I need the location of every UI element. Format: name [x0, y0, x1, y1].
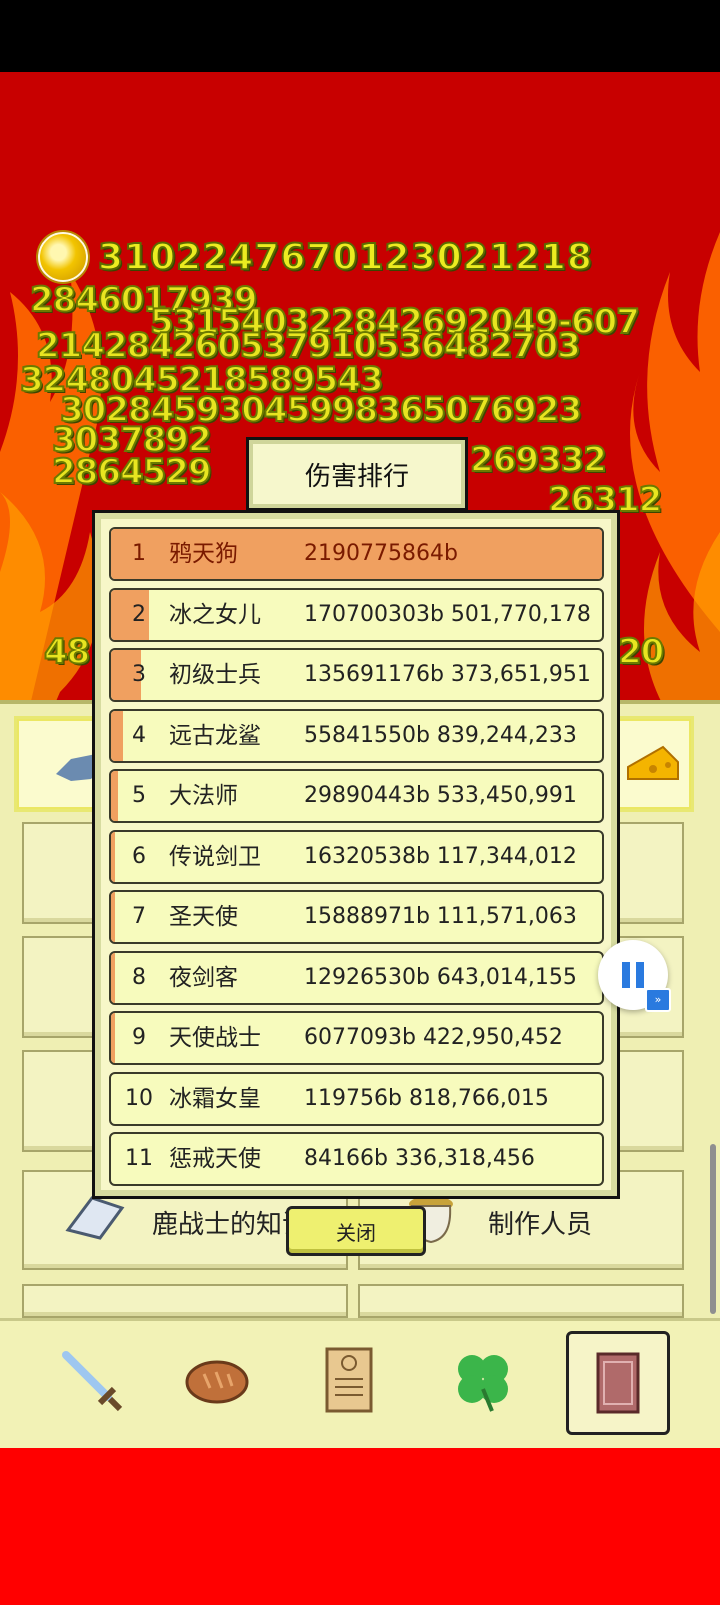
currency-display: 3102247670123021218 [38, 232, 593, 282]
damage-value: 6077093b 422,950,452 [304, 1025, 563, 1050]
currency-value: 3102247670123021218 [97, 236, 593, 279]
ranking-row: 9 天使战士 6077093b 422,950,452 [109, 1011, 604, 1065]
gold-coin-icon [38, 232, 88, 282]
damage-value: 12926530b 643,014,155 [304, 964, 577, 990]
rank-number: 7 [132, 904, 146, 929]
damage-value: 29890443b 533,450,991 [304, 783, 577, 808]
nav-button-clover[interactable] [434, 1331, 532, 1429]
unit-name: 圣天使 [169, 904, 238, 930]
unit-name: 惩戒天使 [169, 1146, 261, 1172]
damage-share-bar [111, 831, 115, 882]
ranking-row: 10 冰霜女皇 119756b 818,766,015 [109, 1071, 604, 1126]
damage-value: 135691176b 373,651,951 [304, 662, 591, 687]
unit-name: 冰之女儿 [169, 601, 261, 628]
rank-number: 4 [132, 722, 146, 748]
damage-share-bar [111, 952, 115, 1003]
damage-share-bar [111, 771, 118, 821]
damage-share-bar [111, 1013, 115, 1063]
book-icon [596, 1352, 640, 1414]
rank-number: 9 [132, 1025, 146, 1050]
unit-name: 传说剑卫 [169, 843, 261, 870]
damage-ranking-dialog: 1 鸦天狗 2190775864b 2 冰之女儿 170700303b 501,770,1… [92, 510, 620, 1199]
cheese-icon [627, 745, 679, 780]
rank-number: 11 [125, 1146, 153, 1171]
bread-icon [185, 1360, 249, 1404]
unit-name: 冰霜女皇 [169, 1085, 261, 1112]
pause-icon [622, 962, 644, 988]
unit-name: 远古龙鲨 [169, 722, 261, 749]
ranking-row: 6 传说剑卫 16320538b 117,344,012 [109, 829, 604, 884]
ranking-row: 5 大法师 29890443b 533,450,991 [109, 769, 604, 823]
damage-number: 269332 [469, 439, 608, 481]
dialog-title: 伤害排行 [246, 437, 468, 511]
scrollbar[interactable] [710, 1144, 716, 1314]
status-bar [0, 0, 720, 72]
ranking-row: 1 鸦天狗 2190775864b [109, 527, 604, 581]
unit-name: 天使战士 [169, 1025, 261, 1051]
unit-name: 鸦天狗 [169, 541, 238, 567]
damage-value: 119756b 818,766,015 [304, 1085, 549, 1111]
bottom-nav [0, 1318, 720, 1451]
sword-icon [62, 1351, 123, 1412]
rank-number: 3 [132, 662, 146, 687]
rank-number: 8 [132, 964, 146, 990]
damage-number: 48 [43, 631, 91, 673]
rank-number: 5 [132, 783, 146, 808]
menu-button[interactable] [358, 1284, 684, 1318]
rank-number: 6 [132, 843, 146, 869]
nav-button-scroll[interactable] [300, 1331, 398, 1429]
unit-name: 夜剑客 [169, 964, 238, 991]
menu-button[interactable] [22, 1284, 348, 1318]
damage-value: 55841550b 839,244,233 [304, 722, 577, 748]
nav-button-bread[interactable] [168, 1331, 266, 1429]
ranking-row: 7 圣天使 15888971b 111,571,063 [109, 890, 604, 944]
damage-value: 170700303b 501,770,178 [304, 601, 591, 627]
unit-name: 大法师 [169, 783, 238, 809]
menu-item-label: 制作人员 [488, 1210, 593, 1240]
footer-background [0, 1448, 720, 1605]
close-button[interactable]: 关闭 [286, 1206, 426, 1256]
nav-button-book[interactable] [566, 1331, 670, 1435]
damage-value: 2190775864b [304, 541, 458, 566]
damage-share-bar [111, 892, 115, 942]
damage-number: 2864529 [51, 451, 213, 493]
ranking-row: 4 远古龙鲨 55841550b 839,244,233 [109, 708, 604, 763]
ranking-row: 2 冰之女儿 170700303b 501,770,178 [109, 587, 604, 642]
ranking-row: 3 初级士兵 135691176b 373,651,951 [109, 648, 604, 702]
nav-button-sword[interactable] [42, 1331, 140, 1429]
menu-item-label: 鹿战士的知识 [152, 1210, 309, 1240]
unit-name: 初级士兵 [169, 662, 261, 688]
damage-value: 84166b 336,318,456 [304, 1146, 535, 1171]
damage-number: 20 [617, 631, 665, 673]
rank-number: 1 [132, 541, 146, 566]
scroll-icon [325, 1347, 373, 1413]
fast-forward-icon[interactable]: » [645, 988, 671, 1012]
ranking-row: 8 夜剑客 12926530b 643,014,155 [109, 950, 604, 1005]
clover-icon [458, 1355, 508, 1412]
damage-value: 16320538b 117,344,012 [304, 843, 577, 869]
damage-value: 15888971b 111,571,063 [304, 904, 577, 929]
rank-number: 2 [132, 601, 146, 627]
ranking-row: 11 惩戒天使 84166b 336,318,456 [109, 1132, 604, 1186]
rank-number: 10 [125, 1085, 153, 1111]
